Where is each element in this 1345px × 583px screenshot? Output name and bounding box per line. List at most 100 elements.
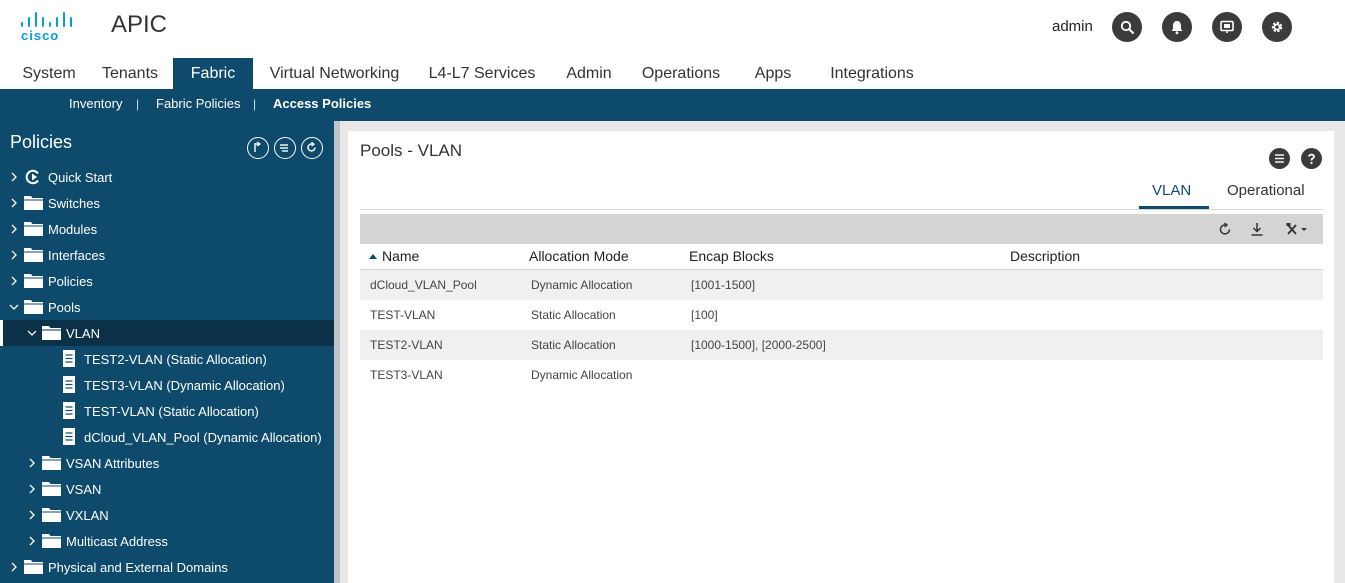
page-title: Pools - VLAN [360,141,463,160]
tree-item-label: Quick Start [48,170,113,185]
tree-item-label: VSAN Attributes [66,456,160,471]
sidebar-expand-icon[interactable] [247,137,269,159]
user-name[interactable]: admin [1052,18,1093,35]
tree-item-physical-external-domains[interactable]: Physical and External Domains [0,554,334,580]
chevron-right-icon[interactable] [8,249,20,261]
chevron-right-icon[interactable] [26,535,38,547]
chevron-right-icon[interactable] [8,275,20,287]
main-tabs: System Tenants Fabric Virtual Networking… [0,58,1345,89]
tab-operational[interactable]: Operational [1227,182,1305,199]
subnav-fabric-policies[interactable]: Fabric Policies [156,89,241,119]
cell-allocation-mode: Static Allocation [531,308,616,322]
refresh-icon[interactable] [1217,221,1233,237]
cisco-logo-bars [20,11,72,27]
table-toolbar [360,214,1323,244]
chevron-right-icon[interactable] [8,197,20,209]
column-header-name[interactable]: Name [382,248,419,264]
folder-icon [42,326,61,340]
help-icon[interactable] [1301,148,1322,169]
sort-ascending-icon[interactable] [369,254,377,259]
tree-item-quick-start[interactable]: Quick Start [0,164,334,190]
tree-item-vxlan[interactable]: VXLAN [0,502,334,528]
tree-item-label: VXLAN [66,508,109,523]
tree-item-pools[interactable]: Pools [0,294,334,320]
tree-item-label: Modules [48,222,98,237]
tab-admin[interactable]: Admin [556,58,622,89]
tree-item-switches[interactable]: Switches [0,190,334,216]
tree-item-test2-vlan[interactable]: TEST2-VLAN (Static Allocation) [0,346,334,372]
folder-icon [24,300,43,314]
tab-tenants[interactable]: Tenants [94,58,166,89]
tab-integrations[interactable]: Integrations [822,58,922,89]
tree-item-dcloud-vlan-pool[interactable]: dCloud_VLAN_Pool (Dynamic Allocation) [0,424,334,450]
column-header-description[interactable]: Description [1010,248,1080,264]
document-icon [63,402,75,419]
column-header-allocation-mode[interactable]: Allocation Mode [529,248,629,264]
subnav-inventory[interactable]: Inventory [69,89,122,119]
tab-vlan[interactable]: VLAN [1152,182,1191,199]
tree-item-label: dCloud_VLAN_Pool (Dynamic Allocation) [84,430,322,445]
presentation-icon[interactable] [1212,12,1242,42]
tree-item-policies[interactable]: Policies [0,268,334,294]
sidebar-title: Policies [10,132,73,152]
chevron-right-icon[interactable] [26,509,38,521]
chevron-right-icon[interactable] [26,457,38,469]
table-settings-icon[interactable] [1269,148,1290,169]
tree-item-label: VLAN [66,326,100,341]
tools-dropdown-icon[interactable] [1285,221,1309,237]
sidebar-list-icon[interactable] [274,137,296,159]
sidebar-refresh-icon[interactable] [301,137,323,159]
tree-item-multicast-address[interactable]: Multicast Address [0,528,334,554]
tab-virtual-networking[interactable]: Virtual Networking [262,58,407,89]
download-icon[interactable] [1249,221,1265,237]
chevron-right-icon[interactable] [8,561,20,573]
tree-item-modules[interactable]: Modules [0,216,334,242]
tabs-divider [360,209,1323,210]
tree-item-label: Policies [48,274,93,289]
folder-icon [24,560,43,574]
bell-icon[interactable] [1162,12,1192,42]
tree-item-test3-vlan[interactable]: TEST3-VLAN (Dynamic Allocation) [0,372,334,398]
tab-l4-l7-services[interactable]: L4-L7 Services [420,58,544,89]
table-row[interactable]: TEST3-VLAN Dynamic Allocation [360,360,1323,390]
tree-item-label: TEST2-VLAN (Static Allocation) [84,352,267,367]
column-header-encap-blocks[interactable]: Encap Blocks [689,248,774,264]
tab-apps[interactable]: Apps [744,58,802,89]
tree-item-vlan[interactable]: VLAN [0,320,334,346]
cell-name: dCloud_VLAN_Pool [370,278,477,292]
cell-allocation-mode: Dynamic Allocation [531,278,633,292]
folder-icon [42,508,61,522]
tree-item-vsan-attributes[interactable]: VSAN Attributes [0,450,334,476]
folder-icon [42,534,61,548]
subnav-separator: | [136,97,140,111]
tree-item-vsan[interactable]: VSAN [0,476,334,502]
tab-operations[interactable]: Operations [634,58,728,89]
document-icon [63,376,75,393]
tree-item-label: VSAN [66,482,102,497]
chevron-right-icon[interactable] [26,483,38,495]
subnav-separator: | [253,97,257,111]
tree-item-label: Switches [48,196,101,211]
gear-icon[interactable] [1262,12,1292,42]
tree-item-label: TEST-VLAN (Static Allocation) [84,404,259,419]
chevron-right-icon[interactable] [8,223,20,235]
tab-fabric[interactable]: Fabric [173,58,253,89]
folder-icon [24,222,43,236]
cisco-logo[interactable]: cisco [20,11,72,43]
cell-allocation-mode: Dynamic Allocation [531,368,633,382]
sub-nav: Inventory | Fabric Policies | Access Pol… [0,89,1345,121]
search-icon[interactable] [1112,12,1142,42]
table-row[interactable]: TEST-VLAN Static Allocation [100] [360,300,1323,330]
tree-item-interfaces[interactable]: Interfaces [0,242,334,268]
tree-item-test-vlan[interactable]: TEST-VLAN (Static Allocation) [0,398,334,424]
tab-system[interactable]: System [12,58,86,89]
chevron-down-icon[interactable] [8,301,20,313]
cell-name: TEST-VLAN [370,308,436,322]
tree-item-label: Multicast Address [66,534,168,549]
quick-start-icon [25,169,39,185]
table-row[interactable]: dCloud_VLAN_Pool Dynamic Allocation [100… [360,270,1323,300]
chevron-down-icon[interactable] [26,327,38,339]
table-row[interactable]: TEST2-VLAN Static Allocation [1000-1500]… [360,330,1323,360]
subnav-access-policies[interactable]: Access Policies [273,89,371,119]
chevron-right-icon[interactable] [8,171,20,183]
